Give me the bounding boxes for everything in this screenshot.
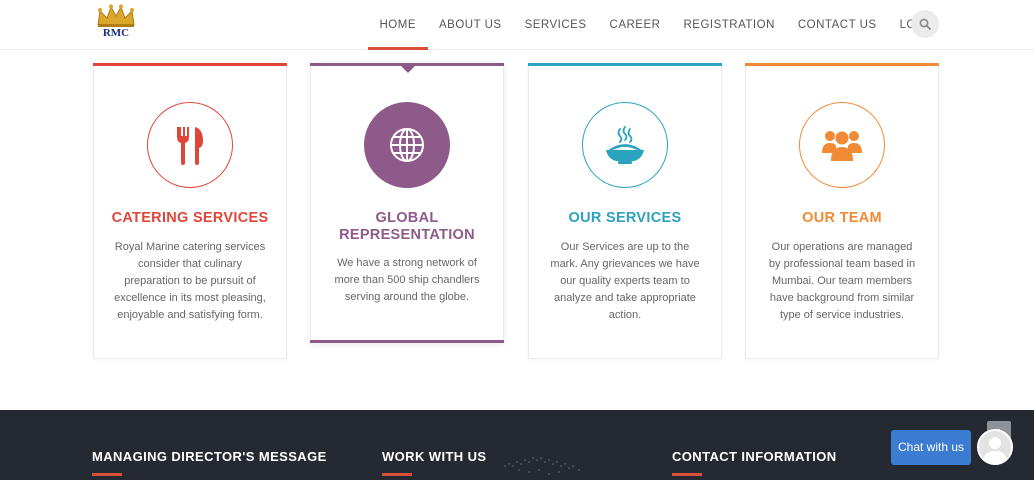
search-icon: [919, 18, 931, 30]
card-text-line: excellence in its most pleasing,: [114, 292, 266, 304]
card-top-border: [93, 63, 287, 66]
footer: MANAGING DIRECTOR'S MESSAGE WORK WITH US…: [0, 410, 1034, 480]
card-text-line: analyze and take appropriate: [554, 292, 696, 304]
card-text-line: Our Services are up to the: [560, 241, 690, 253]
cutlery-icon: [177, 127, 203, 165]
card-icon-circle: [364, 102, 450, 188]
card-text-line: type of service industries.: [779, 309, 905, 321]
chat-with-us-button[interactable]: Chat with us: [891, 430, 971, 465]
card-text-line: by professional team based in: [768, 258, 916, 270]
food-bowl-icon: [606, 126, 644, 164]
card-text-line: Mumbai. Our team members: [772, 275, 912, 287]
card-icon-circle: [799, 102, 885, 188]
card-text-line: enjoyable and satisfying form.: [117, 309, 263, 321]
card-text-line: our quality experts team to: [560, 275, 690, 287]
footer-heading-contact-information: CONTACT INFORMATION: [672, 449, 837, 464]
card-text-line: serving around the globe.: [344, 291, 470, 303]
card-icon-circle: [147, 102, 233, 188]
card-description: We have a strong network of more than 50…: [327, 255, 487, 306]
card-title: OUR SERVICES: [568, 210, 682, 226]
card-text-line: Our operations are managed: [771, 241, 913, 253]
nav-home[interactable]: HOME: [368, 0, 428, 50]
card-description: Royal Marine catering services consider …: [110, 239, 270, 324]
nav-career[interactable]: CAREER: [598, 0, 672, 50]
card-our-services: OUR SERVICES Our Services are up to the …: [528, 63, 722, 359]
card-icon-circle: [582, 102, 668, 188]
card-global-representation: GLOBAL REPRESENTATION We have a strong n…: [310, 63, 504, 343]
chat-avatar[interactable]: [977, 429, 1013, 465]
card-our-team: OUR TEAM Our operations are managed by p…: [745, 63, 939, 359]
card-top-border: [745, 63, 939, 66]
card-catering-services: CATERING SERVICES Royal Marine catering …: [93, 63, 287, 359]
logo-text: RMC: [102, 27, 130, 39]
page: RMC HOME ABOUT US SERVICES CAREER REGIST…: [0, 0, 1034, 480]
card-text-line: have background from similar: [769, 292, 915, 304]
footer-heading-underline: [382, 473, 412, 476]
footer-heading-underline: [92, 473, 122, 476]
user-avatar-icon: [979, 431, 1011, 463]
crown-icon: [97, 4, 135, 27]
nav-registration[interactable]: REGISTRATION: [672, 0, 786, 50]
card-title: OUR TEAM: [802, 210, 882, 226]
site-header: RMC HOME ABOUT US SERVICES CAREER REGIST…: [0, 0, 1034, 50]
card-bottom-border: [310, 340, 504, 343]
card-title: CATERING SERVICES: [111, 210, 269, 226]
search-button[interactable]: [911, 10, 939, 38]
footer-heading-underline: [672, 473, 702, 476]
card-title: GLOBAL REPRESENTATION: [339, 210, 475, 243]
nav-about-us[interactable]: ABOUT US: [428, 0, 514, 50]
nav-contact-us[interactable]: CONTACT US: [786, 0, 888, 50]
logo[interactable]: RMC: [94, 3, 138, 45]
card-text-line: more than 500 ship chandlers: [334, 274, 480, 286]
globe-icon: [390, 128, 424, 162]
main-nav: HOME ABOUT US SERVICES CAREER REGISTRATI…: [368, 0, 949, 50]
footer-heading-md-message: MANAGING DIRECTOR'S MESSAGE: [92, 449, 327, 464]
card-text-line: action.: [608, 309, 642, 321]
card-description: Our Services are up to the mark. Any gri…: [545, 239, 705, 324]
nav-services[interactable]: SERVICES: [513, 0, 598, 50]
card-description: Our operations are managed by profession…: [762, 239, 922, 324]
card-top-border: [528, 63, 722, 66]
world-map-dots-decoration: [504, 457, 580, 475]
card-text-line: mark. Any grievances we have: [550, 258, 700, 270]
card-text-line: preparation to be pursuit of: [124, 275, 256, 287]
card-text-line: consider that culinary: [138, 258, 242, 270]
card-text-line: We have a strong network of: [337, 257, 477, 269]
card-notch: [401, 66, 415, 73]
footer-heading-work-with-us: WORK WITH US: [382, 449, 487, 464]
card-text-line: Royal Marine catering services: [114, 241, 266, 253]
team-icon: [822, 131, 862, 161]
